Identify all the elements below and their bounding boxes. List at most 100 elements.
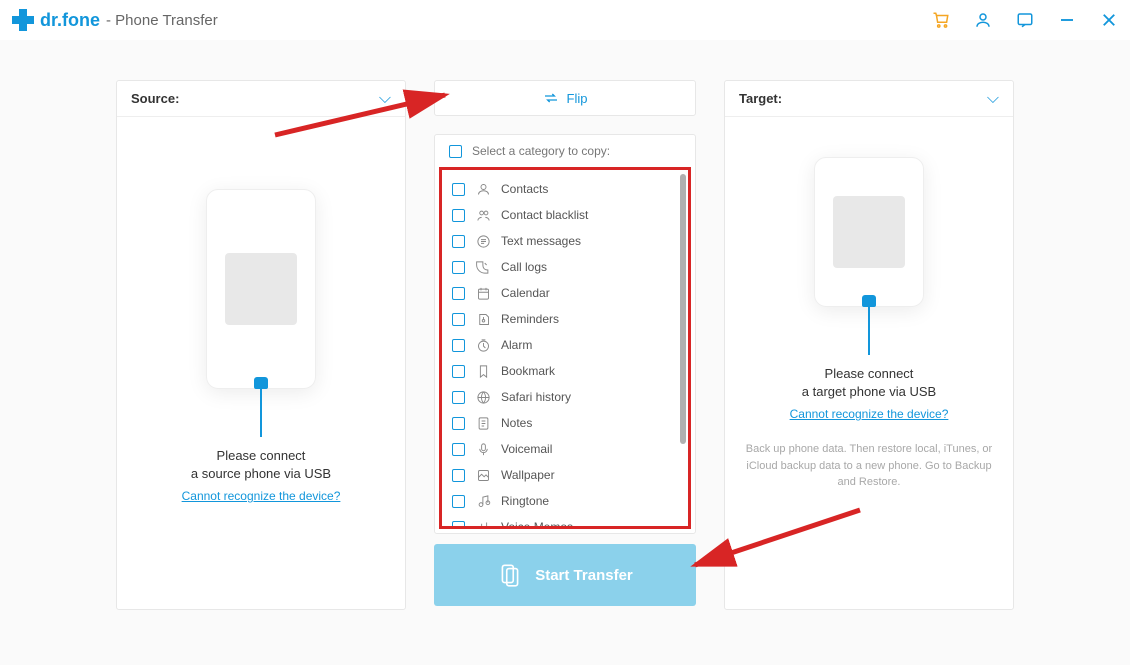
category-checkbox[interactable] [452,443,465,456]
category-icon [475,285,491,301]
category-list: Contacts Contact blacklist Text messages Ca… [439,167,691,529]
brand-name: dr.fone [40,10,100,31]
close-icon[interactable] [1100,11,1118,29]
usb-cable-icon [260,389,262,437]
minimize-icon[interactable] [1058,11,1076,29]
target-label: Target: [739,91,782,106]
category-item[interactable]: Wallpaper [452,462,678,488]
category-icon [475,467,491,483]
scrollbar[interactable] [680,174,686,444]
chevron-down-icon: ⌵ [379,90,391,108]
page-subtitle: - Phone Transfer [106,12,218,29]
category-icon [475,493,491,509]
category-label: Calendar [501,286,550,300]
flip-icon [543,90,559,106]
category-header[interactable]: Select a category to copy: [435,135,695,167]
category-label: Voice Memos [501,520,573,529]
source-body: Please connect a source phone via USB Ca… [117,117,405,609]
category-label: Text messages [501,234,581,248]
category-checkbox[interactable] [452,417,465,430]
cart-icon[interactable] [932,11,950,29]
category-checkbox[interactable] [452,339,465,352]
category-icon [475,207,491,223]
category-checkbox[interactable] [452,235,465,248]
select-all-checkbox[interactable] [449,145,462,158]
category-label: Ringtone [501,494,549,508]
category-item[interactable]: Alarm [452,332,678,358]
category-icon [475,181,491,197]
category-item[interactable]: Contacts [452,176,678,202]
category-label: Contacts [501,182,548,196]
category-checkbox[interactable] [452,209,465,222]
flip-button[interactable]: Flip [434,80,696,116]
transfer-icon [497,562,523,588]
target-help-link[interactable]: Cannot recognize the device? [790,407,949,421]
category-icon [475,311,491,327]
category-item[interactable]: Ringtone [452,488,678,514]
target-connect-text: Please connect a target phone via USB [802,365,936,401]
category-icon [475,389,491,405]
category-item[interactable]: Safari history [452,384,678,410]
user-icon[interactable] [974,11,992,29]
category-label: Contact blacklist [501,208,588,222]
category-checkbox[interactable] [452,521,465,530]
titlebar-actions [932,11,1118,29]
category-label: Reminders [501,312,559,326]
category-label: Notes [501,416,532,430]
category-item[interactable]: Text messages [452,228,678,254]
center-column: Flip Select a category to copy: Contacts… [434,80,696,610]
category-icon [475,415,491,431]
category-label: Bookmark [501,364,555,378]
category-item[interactable]: Voice Memos [452,514,678,529]
source-header[interactable]: Source: ⌵ [117,81,405,117]
category-icon [475,337,491,353]
phone-placeholder-icon [814,157,924,307]
category-checkbox[interactable] [452,287,465,300]
category-icon [475,519,491,529]
flip-label: Flip [567,91,588,106]
category-label: Safari history [501,390,571,404]
main-content: Source: ⌵ Please connect a source phone … [0,40,1130,610]
category-item[interactable]: Notes [452,410,678,436]
category-checkbox[interactable] [452,183,465,196]
usb-cable-icon [868,307,870,355]
category-checkbox[interactable] [452,495,465,508]
category-checkbox[interactable] [452,261,465,274]
chevron-down-icon: ⌵ [987,90,999,108]
logo-icon [12,9,34,31]
start-label: Start Transfer [535,567,633,584]
category-item[interactable]: Bookmark [452,358,678,384]
category-label: Voicemail [501,442,552,456]
category-label: Call logs [501,260,547,274]
category-item[interactable]: Call logs [452,254,678,280]
target-body: Please connect a target phone via USB Ca… [725,117,1013,609]
category-checkbox[interactable] [452,313,465,326]
feedback-icon[interactable] [1016,11,1034,29]
phone-placeholder-icon [206,189,316,389]
category-panel: Select a category to copy: ContactsConta… [434,134,696,534]
category-item[interactable]: Reminders [452,306,678,332]
source-label: Source: [131,91,179,106]
source-help-link[interactable]: Cannot recognize the device? [182,489,341,503]
category-icon [475,363,491,379]
source-connect-text: Please connect a source phone via USB [191,447,331,483]
backup-hint: Back up phone data. Then restore local, … [741,441,997,491]
category-icon [475,441,491,457]
category-icon [475,233,491,249]
select-header-label: Select a category to copy: [472,144,610,158]
category-label: Wallpaper [501,468,555,482]
start-transfer-button[interactable]: Start Transfer [434,544,696,606]
category-item[interactable]: Calendar [452,280,678,306]
app-logo: dr.fone - Phone Transfer [12,9,218,31]
category-icon [475,259,491,275]
category-checkbox[interactable] [452,365,465,378]
category-checkbox[interactable] [452,391,465,404]
category-item[interactable]: Voicemail [452,436,678,462]
category-item[interactable]: Contact blacklist [452,202,678,228]
category-label: Alarm [501,338,532,352]
titlebar: dr.fone - Phone Transfer [0,0,1130,40]
source-panel: Source: ⌵ Please connect a source phone … [116,80,406,610]
category-checkbox[interactable] [452,469,465,482]
target-header[interactable]: Target: ⌵ [725,81,1013,117]
target-panel: Target: ⌵ Please connect a target phone … [724,80,1014,610]
